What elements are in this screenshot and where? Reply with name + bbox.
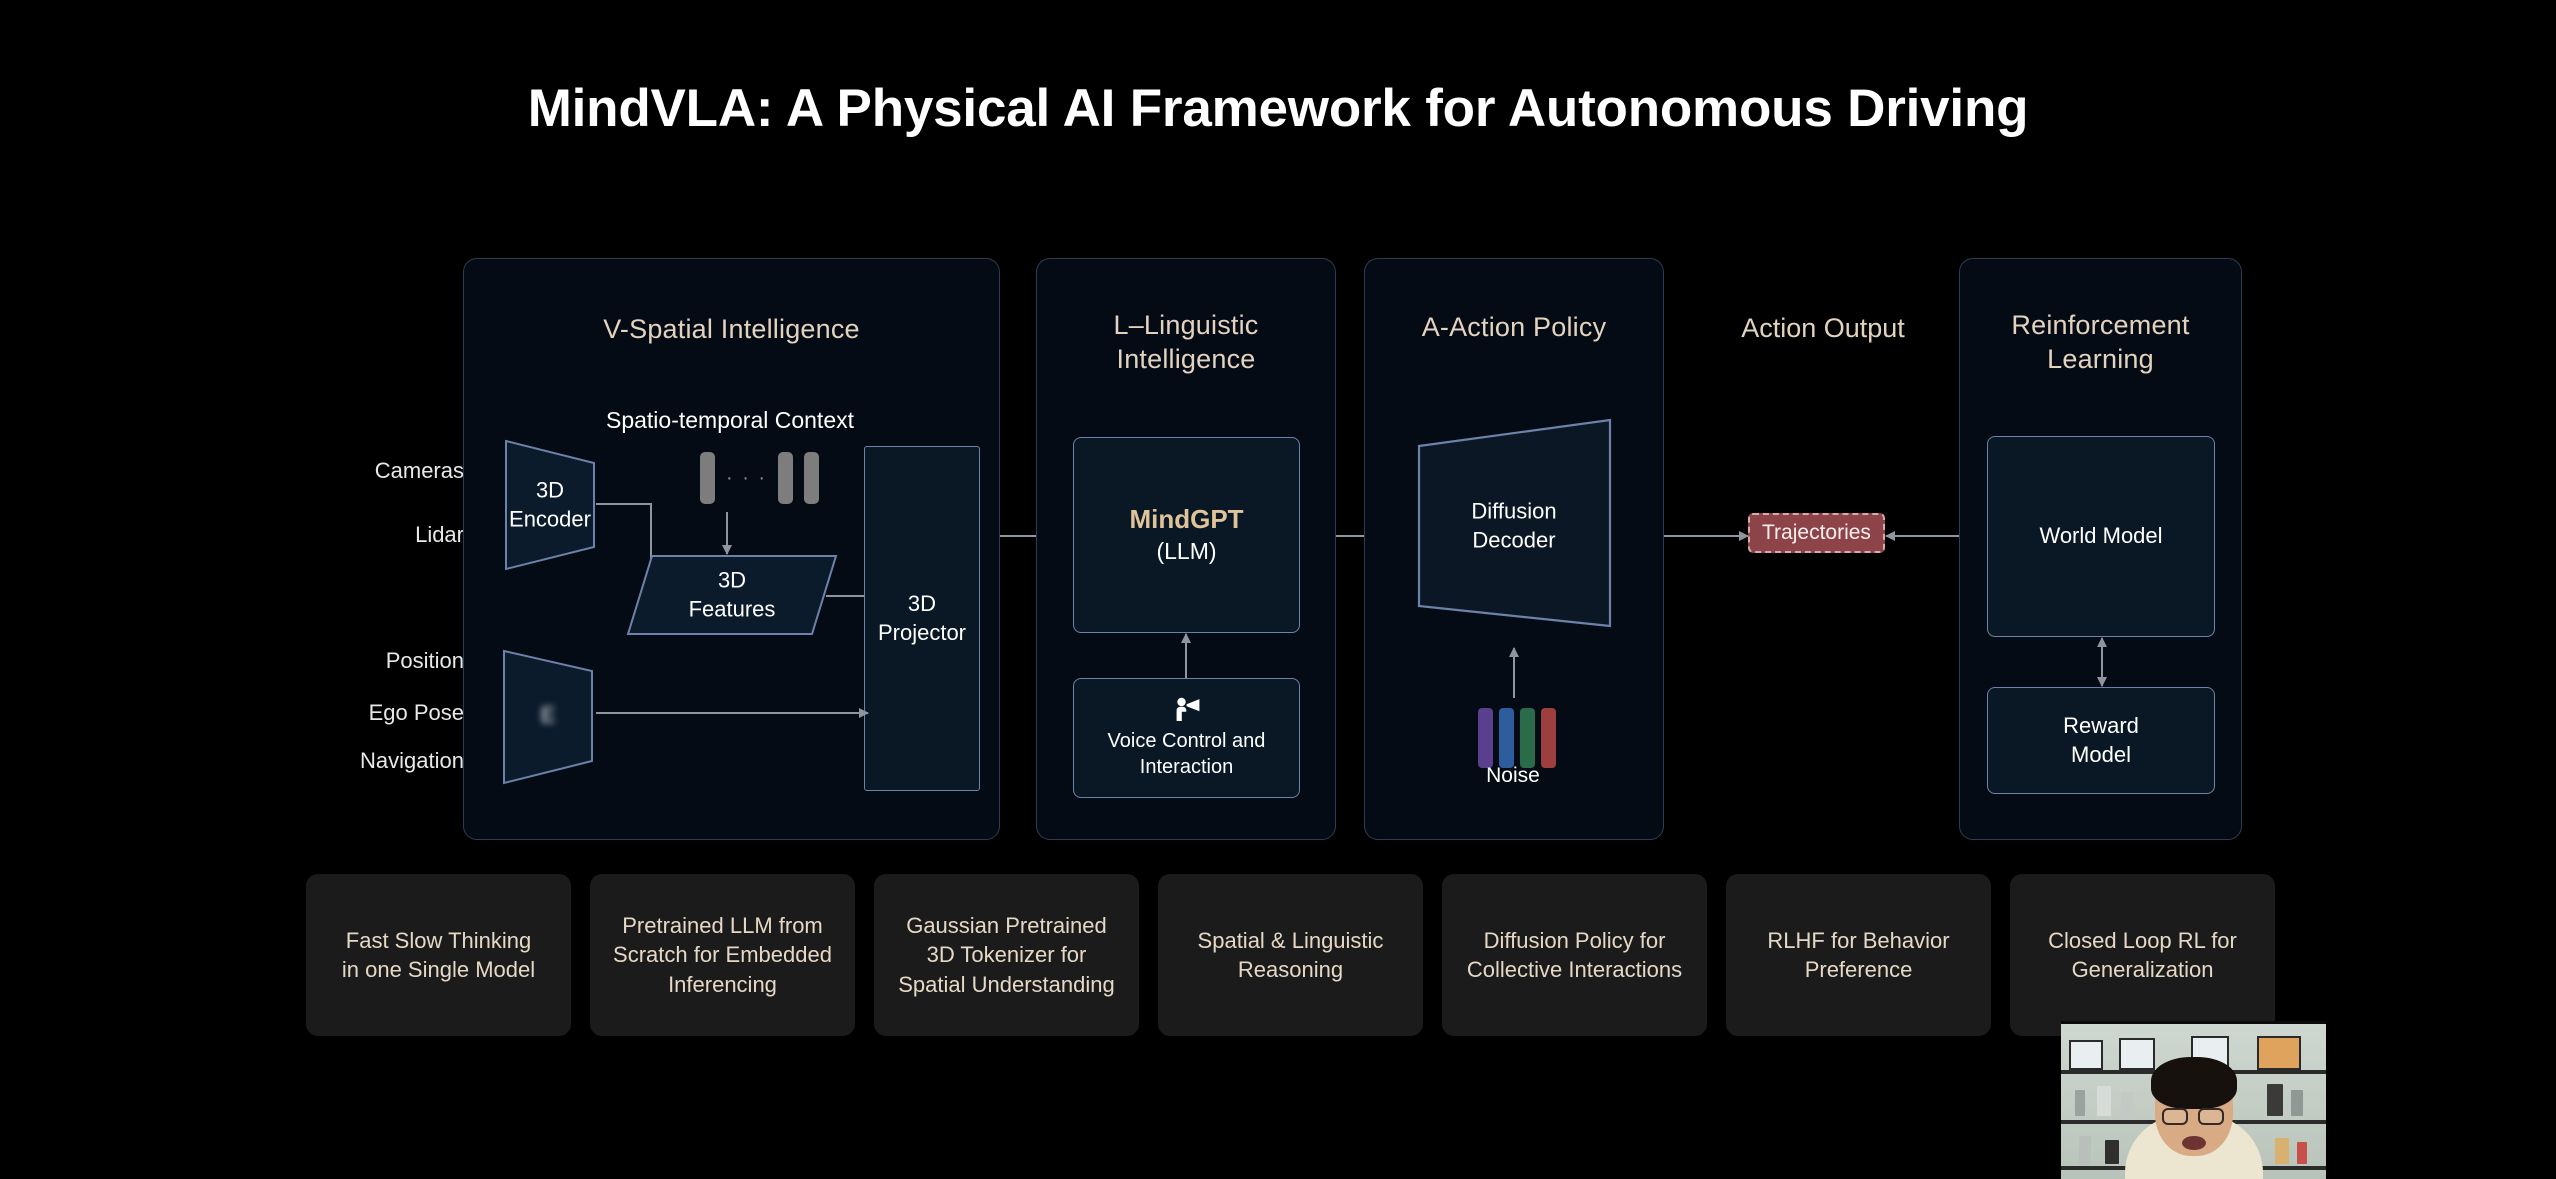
shelf-object	[2075, 1090, 2085, 1116]
shelf-object	[2291, 1090, 2303, 1116]
block-3d-projector-label: 3D Projector	[877, 590, 967, 645]
connector-voice-to-mindgpt	[1180, 633, 1191, 679]
connector-a-action-to-trajectories	[1664, 530, 1749, 541]
panel-title-l-linguistic: L–Linguistic Intelligence	[1113, 310, 1259, 374]
caption-card: Fast Slow Thinking in one Single Model	[306, 874, 571, 1036]
token-bar	[804, 452, 820, 504]
block-voice-control: Voice Control and Interaction	[1073, 678, 1300, 798]
shelf-object	[2105, 1140, 2119, 1164]
noise-bar-blue	[1499, 708, 1514, 768]
block-mindgpt: MindGPT (LLM)	[1073, 437, 1300, 633]
block-world-model-label: World Model	[2039, 523, 2163, 549]
caption-card: Spatial & Linguistic Reasoning	[1158, 874, 1423, 1036]
shelf-object	[2121, 1092, 2133, 1116]
shelf-object	[2267, 1084, 2283, 1116]
block-3d-features: 3D Features	[624, 552, 840, 638]
shelf-object	[2079, 1136, 2091, 1164]
presenter-mouth	[2181, 1136, 2206, 1150]
block-mindgpt-sub: (LLM)	[1156, 537, 1217, 564]
noise-bar-red	[1541, 708, 1556, 768]
connector-world-reward-model	[2096, 637, 2107, 687]
shelf-object	[2097, 1086, 2111, 1116]
input-label: Cameras	[374, 458, 464, 483]
noise-bar-green	[1520, 708, 1535, 768]
caption-text: Fast Slow Thinking in one Single Model	[341, 927, 536, 982]
noise-bar-group	[1478, 708, 1556, 768]
block-3d-encoder: 3D Encoder	[500, 435, 600, 575]
noise-label: Noise	[1486, 764, 1540, 787]
person-megaphone-icon	[1172, 696, 1202, 722]
token-bar	[700, 452, 715, 504]
presenter-glasses-left	[2162, 1108, 2188, 1125]
connector-noise-to-decoder	[1508, 647, 1519, 698]
caption-text: RLHF for Behavior Preference	[1767, 927, 1950, 982]
input-label: Lidar	[415, 522, 464, 547]
panel-title-reinforcement-learning: Reinforcement Learning	[2011, 310, 2190, 374]
caption-text: Gaussian Pretrained 3D Tokenizer for Spati…	[898, 913, 1115, 997]
presenter-glasses-right	[2198, 1108, 2224, 1125]
block-diffusion-decoder: Diffusion Decoder	[1414, 414, 1614, 638]
connector-encoder-elbow-top	[596, 503, 652, 505]
caption-card: Gaussian Pretrained 3D Tokenizer for Spati…	[874, 874, 1139, 1036]
panel-title-a-action: A-Action Policy	[1421, 312, 1607, 342]
noise-bar-purple	[1478, 708, 1493, 768]
block-mindgpt-name: MindGPT	[1129, 504, 1244, 535]
caption-text: Diffusion Policy for Collective Interacti…	[1466, 927, 1683, 982]
wall-frame	[2119, 1038, 2155, 1070]
presenter-video-overlay[interactable]	[2061, 1021, 2326, 1179]
spatio-temporal-context-label: Spatio-temporal Context	[605, 407, 854, 433]
trajectories-badge: Trajectories	[1748, 513, 1885, 553]
shelf-object	[2275, 1138, 2289, 1164]
input-label: Ego Pose	[368, 700, 464, 725]
caption-text: Spatial & Linguistic Reasoning	[1197, 927, 1384, 982]
token-bar	[778, 452, 794, 504]
block-reward-model-label: Reward Model	[2063, 712, 2139, 767]
input-label: Navigation	[360, 748, 464, 773]
caption-card: Diffusion Policy for Collective Interacti…	[1442, 874, 1707, 1036]
caption-text: Pretrained LLM from Scratch for Embedded I…	[613, 913, 832, 997]
input-label: Position	[385, 648, 464, 673]
token-ellipsis: · · ·	[726, 467, 768, 489]
connector-context-to-3d-features	[721, 512, 732, 555]
caption-card: Closed Loop RL for Generalization	[2010, 874, 2275, 1036]
presenter-hair	[2150, 1057, 2237, 1109]
wall-frame	[2257, 1036, 2301, 1070]
caption-card: RLHF for Behavior Preference	[1726, 874, 1991, 1036]
panel-title-v-spatial: V-Spatial Intelligence	[603, 314, 860, 344]
block-voice-control-label: Voice Control and Interaction	[1107, 730, 1266, 778]
block-mindgpt-label: MindGPT (LLM)	[1129, 503, 1243, 567]
connector-ego-encoder-to-projector	[596, 707, 869, 718]
block-ego-encoder: E	[498, 643, 598, 789]
caption-text: Closed Loop RL for Generalization	[2048, 927, 2237, 982]
block-reward-model: Reward Model	[1987, 687, 2215, 794]
block-3d-projector: 3D Projector	[864, 446, 980, 791]
shelf-object	[2297, 1142, 2307, 1164]
panel-title-action-output: Action Output	[1741, 313, 1905, 343]
block-world-model: World Model	[1987, 436, 2215, 637]
caption-card-row: Fast Slow Thinking in one Single Model Pr…	[306, 874, 2275, 1036]
wall-frame	[2069, 1040, 2103, 1070]
spatio-temporal-token-row: · · ·	[700, 452, 820, 504]
caption-card: Pretrained LLM from Scratch for Embedded I…	[590, 874, 855, 1036]
